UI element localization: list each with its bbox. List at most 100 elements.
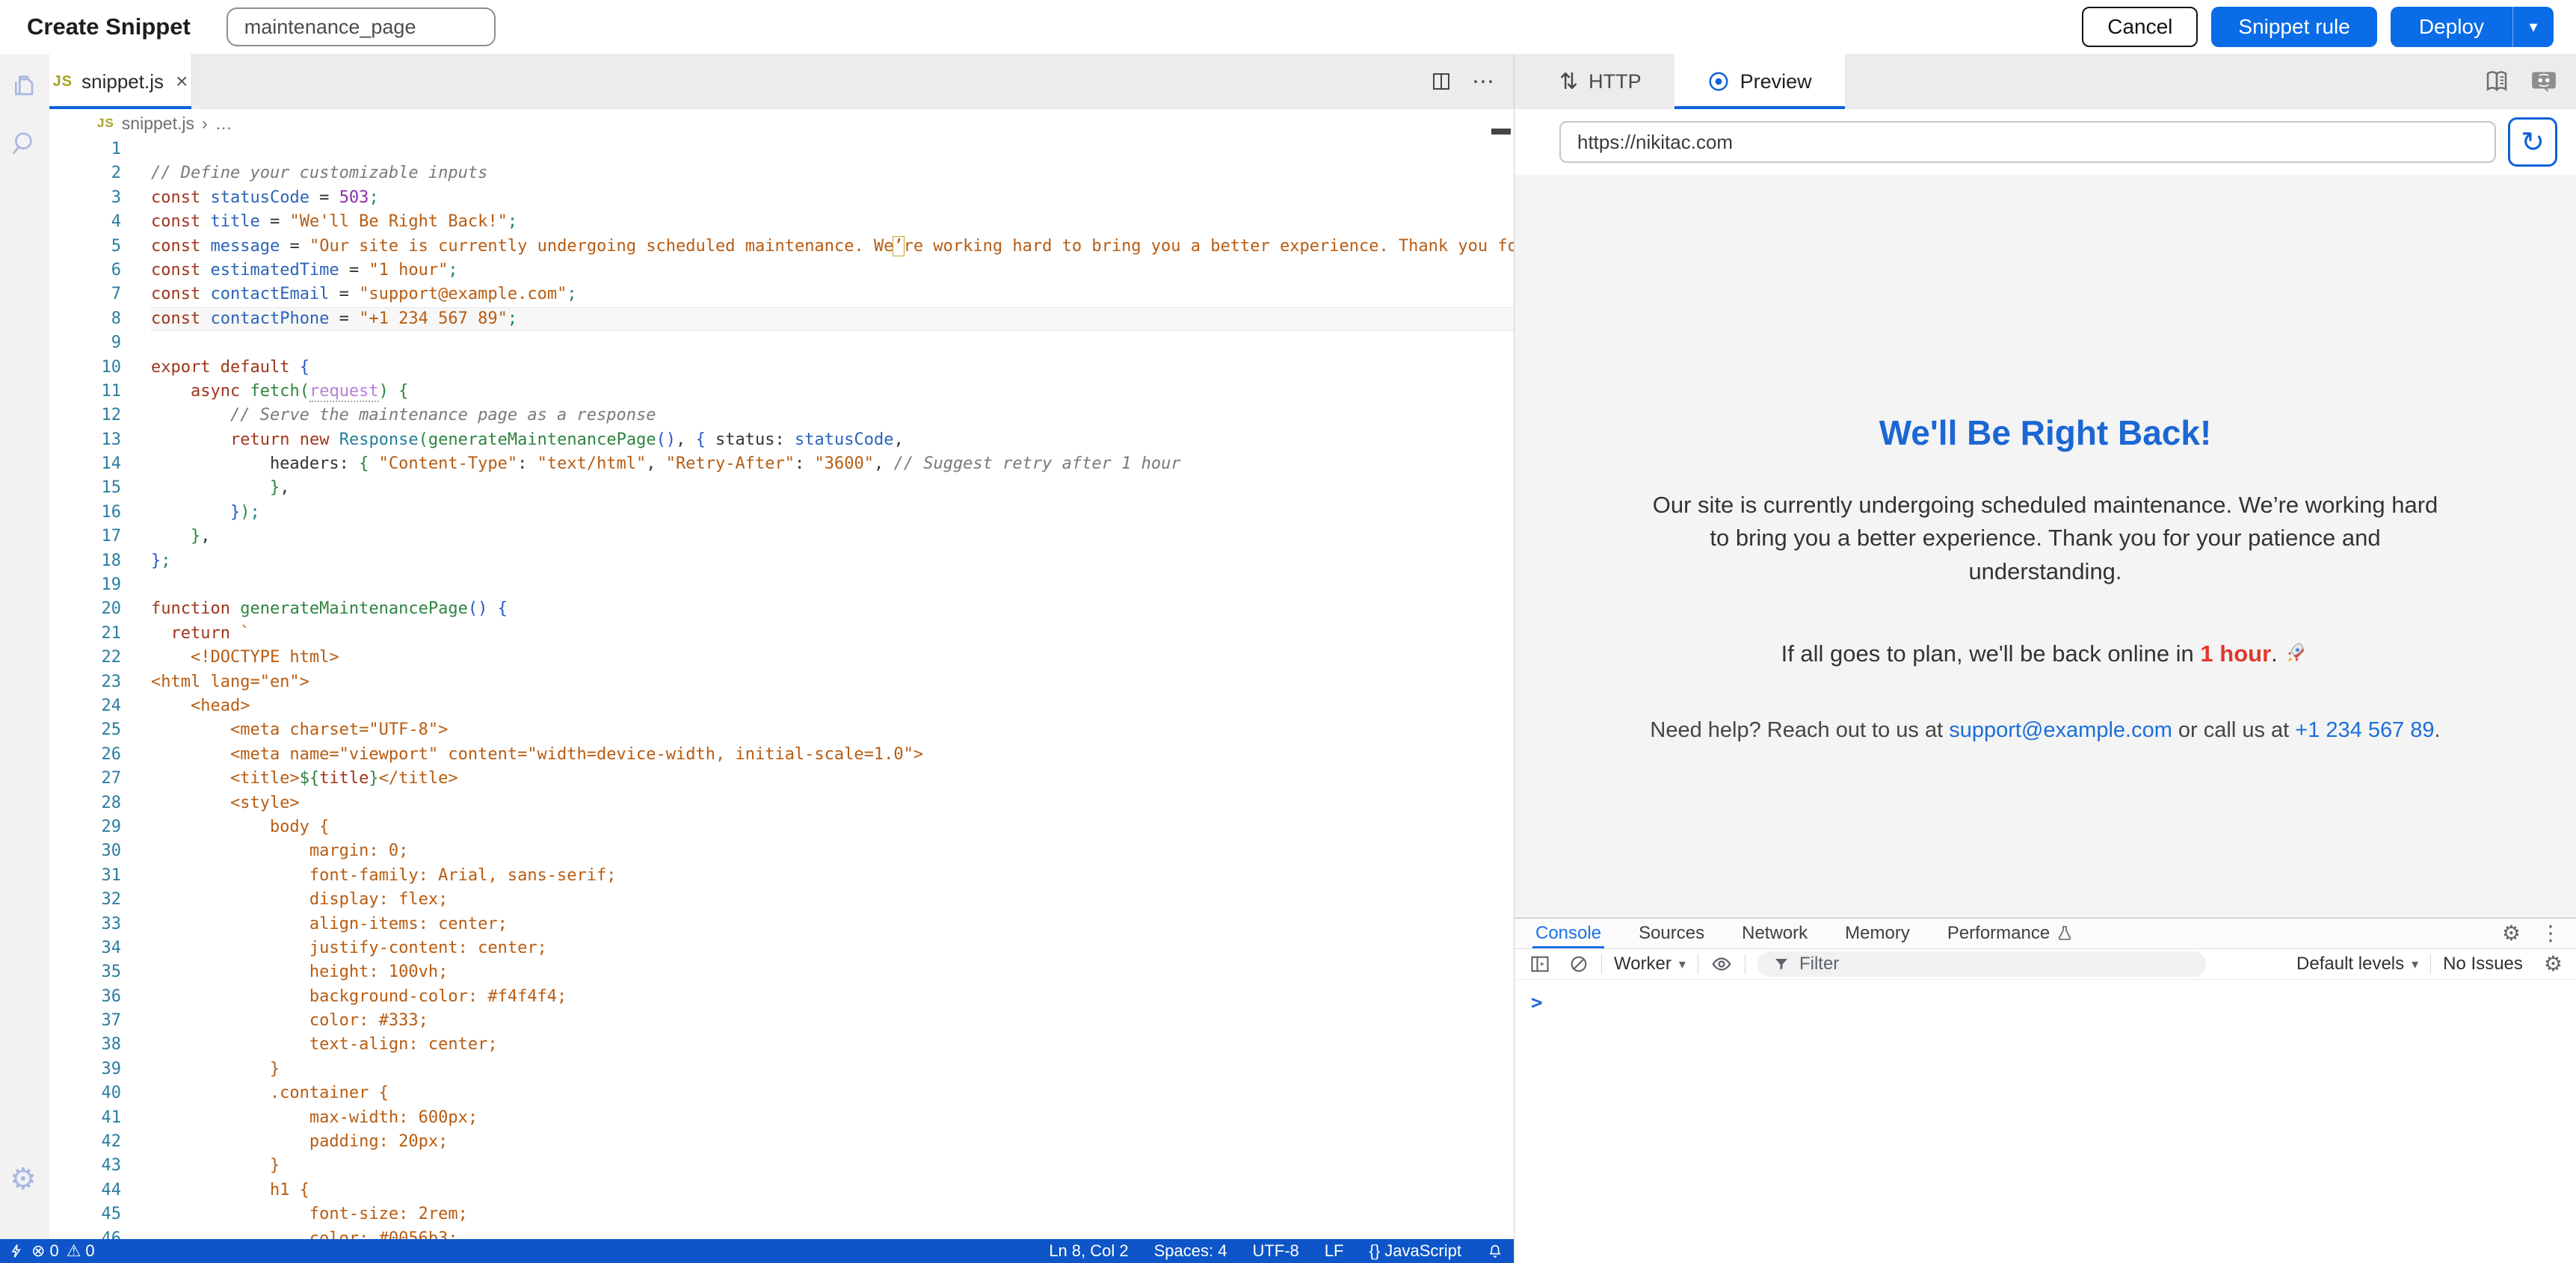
deploy-button[interactable]: Deploy ▾ [2391, 7, 2554, 47]
search-icon[interactable] [10, 129, 40, 158]
code-line[interactable]: 16 }); [49, 501, 1514, 525]
code-line[interactable]: 28 <style> [49, 791, 1514, 815]
warning-counter[interactable]: ⚠ 0 [67, 1241, 95, 1261]
code-area[interactable]: 12// Define your customizable inputs3con… [49, 138, 1514, 1239]
error-counter[interactable]: ⊗ 0 [31, 1241, 59, 1261]
code-line[interactable]: 45 font-size: 2rem; [49, 1202, 1514, 1226]
clear-console-icon[interactable] [1568, 954, 1589, 975]
breadcrumb[interactable]: JS snippet.js › … [49, 109, 1514, 138]
code-line[interactable]: 7const contactEmail = "support@example.c… [49, 282, 1514, 306]
code-line[interactable]: 1 [49, 138, 1514, 161]
cancel-button[interactable]: Cancel [2082, 7, 2198, 47]
scrollbar-marker[interactable] [1491, 129, 1511, 135]
code-line[interactable]: 19 [49, 573, 1514, 597]
code-line[interactable]: 15 }, [49, 476, 1514, 500]
code-line[interactable]: 46 color: #0056b3; [49, 1227, 1514, 1239]
snippet-rule-button[interactable]: Snippet rule [2211, 7, 2376, 47]
code-line[interactable]: 37 color: #333; [49, 1009, 1514, 1033]
notifications-bell-icon[interactable] [1487, 1243, 1503, 1259]
code-line-text: color: #333; [151, 1009, 428, 1033]
code-line[interactable]: 10export default { [49, 356, 1514, 380]
code-line[interactable]: 35 height: 100vh; [49, 960, 1514, 984]
code-line[interactable]: 12 // Serve the maintenance page as a re… [49, 404, 1514, 427]
tab-http[interactable]: ⇅ HTTP [1526, 54, 1674, 109]
console-output[interactable]: > [1515, 980, 2576, 1014]
code-line[interactable]: 21 return ` [49, 622, 1514, 646]
code-line[interactable]: 26 <meta name="viewport" content="width=… [49, 743, 1514, 767]
breadcrumb-more[interactable]: … [215, 114, 232, 134]
code-line[interactable]: 31 font-family: Arial, sans-serif; [49, 864, 1514, 888]
code-line[interactable]: 6const estimatedTime = "1 hour"; [49, 259, 1514, 282]
code-line[interactable]: 13 return new Response(generateMaintenan… [49, 428, 1514, 452]
discord-icon[interactable] [2530, 67, 2558, 96]
code-line[interactable]: 44 h1 { [49, 1179, 1514, 1202]
live-expression-eye-icon[interactable] [1710, 953, 1733, 975]
code-line[interactable]: 42 padding: 20px; [49, 1130, 1514, 1154]
tab-preview[interactable]: Preview [1674, 54, 1845, 109]
code-line[interactable]: 30 margin: 0; [49, 839, 1514, 863]
code-line[interactable]: 39 } [49, 1057, 1514, 1081]
code-line[interactable]: 18}; [49, 549, 1514, 573]
statusbar-item[interactable]: LF [1325, 1241, 1344, 1261]
code-line[interactable]: 29 body { [49, 815, 1514, 839]
code-line[interactable]: 8const contactPhone = "+1 234 567 89"; [49, 307, 1514, 331]
devtools-tab-console[interactable]: Console [1532, 918, 1604, 948]
issues-counter[interactable]: No Issues [2443, 954, 2523, 975]
code-line[interactable]: 25 <meta charset="UTF-8"> [49, 718, 1514, 742]
code-line[interactable]: 40 .container { [49, 1081, 1514, 1105]
code-line[interactable]: 34 justify-content: center; [49, 936, 1514, 960]
code-line[interactable]: 4const title = "We'll Be Right Back!"; [49, 210, 1514, 234]
console-filter-input[interactable]: Filter [1757, 951, 2206, 977]
code-line[interactable]: 36 background-color: #f4f4f4; [49, 985, 1514, 1009]
deploy-button-label[interactable]: Deploy [2391, 7, 2512, 47]
code-line[interactable]: 5const message = "Our site is currently … [49, 235, 1514, 259]
phone-link[interactable]: +1 234 567 89 [2295, 718, 2434, 742]
code-line[interactable]: 32 display: flex; [49, 888, 1514, 912]
code-line[interactable]: 11 async fetch(request) { [49, 380, 1514, 404]
support-email-link[interactable]: support@example.com [1949, 718, 2172, 742]
console-sidebar-icon[interactable] [1529, 954, 1550, 975]
devtools-more-icon[interactable]: ⋮ [2540, 923, 2561, 944]
settings-gear-icon[interactable]: ⚙ [10, 1164, 37, 1194]
code-line[interactable]: 22 <!DOCTYPE html> [49, 646, 1514, 670]
statusbar-item[interactable]: Spaces: 4 [1154, 1241, 1227, 1261]
statusbar-item[interactable]: Ln 8, Col 2 [1049, 1241, 1128, 1261]
statusbar-item[interactable]: UTF-8 [1252, 1241, 1298, 1261]
code-line[interactable]: 38 text-align: center; [49, 1033, 1514, 1057]
maintenance-eta: If all goes to plan, we'll be back onlin… [1612, 640, 2479, 667]
devtools-tab-sources[interactable]: Sources [1636, 918, 1707, 948]
devtools-settings-gear-icon[interactable]: ⚙ [2502, 923, 2521, 944]
code-line[interactable]: 23<html lang="en"> [49, 670, 1514, 694]
breadcrumb-file[interactable]: snippet.js [122, 114, 194, 134]
code-line[interactable]: 17 }, [49, 525, 1514, 549]
code-line[interactable]: 41 max-width: 600px; [49, 1106, 1514, 1130]
tab-close-icon[interactable]: × [176, 70, 188, 93]
console-prompt-chevron[interactable]: > [1531, 992, 1543, 1014]
split-editor-icon[interactable] [1430, 70, 1452, 93]
code-line[interactable]: 14 headers: { "Content-Type": "text/html… [49, 452, 1514, 476]
code-line[interactable]: 24 <head> [49, 694, 1514, 718]
code-line[interactable]: 20function generateMaintenancePage() { [49, 597, 1514, 621]
devtools-tab-performance[interactable]: Performance [1944, 918, 2077, 948]
devtools-tab-memory[interactable]: Memory [1842, 918, 1913, 948]
preview-url-input[interactable] [1559, 121, 2496, 163]
more-actions-icon[interactable]: ⋯ [1472, 69, 1494, 95]
docs-book-icon[interactable] [2483, 68, 2510, 95]
statusbar-item[interactable]: {} JavaScript [1369, 1241, 1461, 1261]
console-settings-gear-icon[interactable]: ⚙ [2544, 954, 2563, 975]
code-line[interactable]: 2// Define your customizable inputs [49, 161, 1514, 185]
deploy-dropdown-caret[interactable]: ▾ [2512, 7, 2554, 47]
code-line[interactable]: 9 [49, 331, 1514, 355]
context-selector[interactable]: Worker ▾ [1614, 954, 1686, 975]
code-line[interactable]: 27 <title>${title}</title> [49, 767, 1514, 791]
log-levels-dropdown[interactable]: Default levels ▾ [2296, 954, 2418, 975]
code-line[interactable]: 43 } [49, 1154, 1514, 1178]
refresh-button[interactable]: ↻ [2508, 117, 2557, 167]
files-icon[interactable] [10, 72, 40, 102]
remote-indicator-icon[interactable] [9, 1243, 24, 1259]
tab-snippet-js[interactable]: JS snippet.js × [49, 54, 192, 109]
code-line[interactable]: 33 align-items: center; [49, 912, 1514, 936]
code-line[interactable]: 3const statusCode = 503; [49, 186, 1514, 210]
devtools-tab-network[interactable]: Network [1739, 918, 1811, 948]
snippet-name-input[interactable] [227, 7, 496, 46]
